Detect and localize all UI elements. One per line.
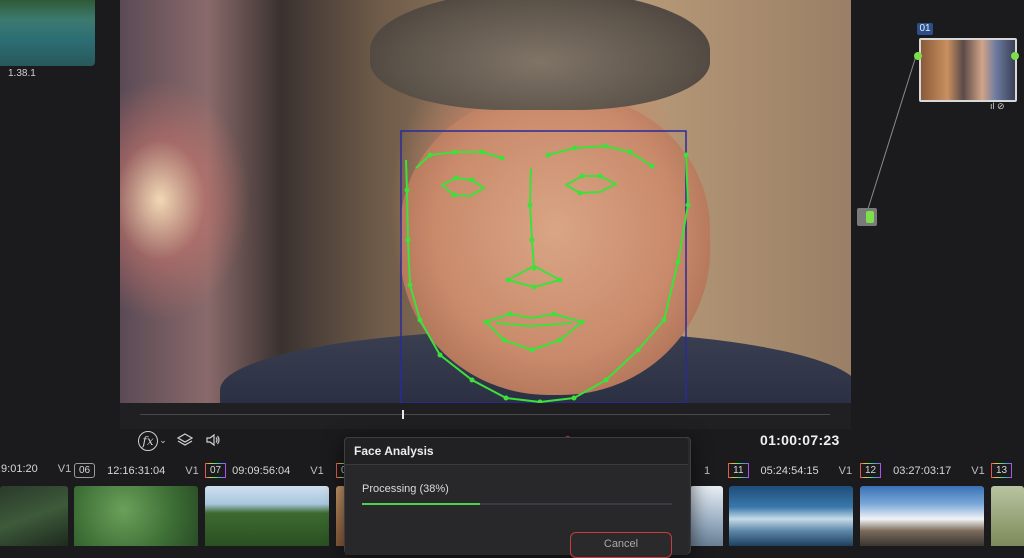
- node-label: 01: [917, 23, 933, 35]
- viewer-scrubber[interactable]: [120, 403, 851, 429]
- clip-track: V1: [971, 464, 985, 477]
- nose-bridge: [529, 167, 535, 269]
- processing-status: Processing (38%): [362, 483, 449, 495]
- clip-track: V1: [185, 464, 199, 477]
- clip-timecode: 09:09:56:04: [232, 464, 291, 477]
- face-bounding-box: [400, 130, 687, 403]
- progress-fill: [362, 503, 480, 505]
- clip-number: 12: [860, 463, 882, 478]
- clip-timecode: 05:24:54:15: [760, 464, 819, 477]
- clip-thumbnail[interactable]: [991, 486, 1024, 546]
- clip-thumbnail[interactable]: [74, 486, 198, 546]
- clip-header: 1 11 05:24:54:15 V1: [704, 463, 852, 478]
- outer-lips: [485, 313, 583, 351]
- clip-header: 07 09:09:56:04 V1: [205, 463, 324, 478]
- clip-thumbnail[interactable]: [860, 486, 984, 546]
- viewer-timecode: 01:00:07:23: [760, 432, 840, 448]
- fx-icon[interactable]: fx: [138, 431, 158, 451]
- inner-lips: [495, 322, 573, 327]
- clip-timecode: 03:27:03:17: [893, 464, 952, 477]
- node-link: [866, 55, 917, 213]
- face-tracking-overlay: [400, 130, 691, 403]
- clip-thumbnail[interactable]: [0, 486, 68, 546]
- right-eye: [565, 175, 617, 194]
- right-brow: [547, 145, 653, 167]
- clip-thumbnail[interactable]: [690, 486, 723, 546]
- clip-track: V1: [310, 464, 324, 477]
- clip-timecode: 12:16:31:04: [107, 464, 166, 477]
- clip-thumbnail[interactable]: [729, 486, 853, 546]
- clip-number: 11: [728, 463, 749, 478]
- left-eye: [441, 177, 485, 197]
- jaw-contour: [405, 154, 689, 403]
- clip-header: 12 03:27:03:17 V1: [860, 463, 985, 478]
- cancel-button[interactable]: Cancel: [570, 532, 672, 558]
- clip-number: 07: [205, 463, 227, 478]
- clip-header: 13: [991, 463, 1013, 478]
- node-output-port[interactable]: [1011, 52, 1019, 60]
- layers-icon[interactable]: [176, 431, 194, 449]
- node-input-port[interactable]: [914, 52, 922, 60]
- clip-number: 13: [991, 463, 1013, 478]
- corrector-node[interactable]: [919, 38, 1017, 102]
- scrubber-track[interactable]: [140, 414, 830, 415]
- clip-header: 06 12:16:31:04 V1: [74, 463, 199, 478]
- node-status-icons: ıl ⊘: [990, 101, 1005, 111]
- dialog-title: Face Analysis: [354, 444, 434, 458]
- viewer[interactable]: [120, 0, 851, 403]
- clip-track: V1: [838, 464, 853, 477]
- chevron-down-icon[interactable]: ⌄: [157, 431, 169, 449]
- source-thumbnail[interactable]: [0, 0, 95, 66]
- clip-track-fragment: 1: [704, 464, 711, 477]
- clip-number: 06: [74, 463, 96, 478]
- clip-track: V1: [57, 463, 72, 475]
- playhead[interactable]: [402, 410, 404, 419]
- clip-thumbnail[interactable]: [205, 486, 329, 546]
- clip-header: :9:01:20 V1: [0, 463, 71, 475]
- source-thumbnail-timecode: 1.38.1: [8, 68, 36, 79]
- source-connector-port[interactable]: [866, 211, 874, 223]
- clip-timecode: :9:01:20: [0, 463, 38, 475]
- speaker-icon[interactable]: [204, 431, 222, 449]
